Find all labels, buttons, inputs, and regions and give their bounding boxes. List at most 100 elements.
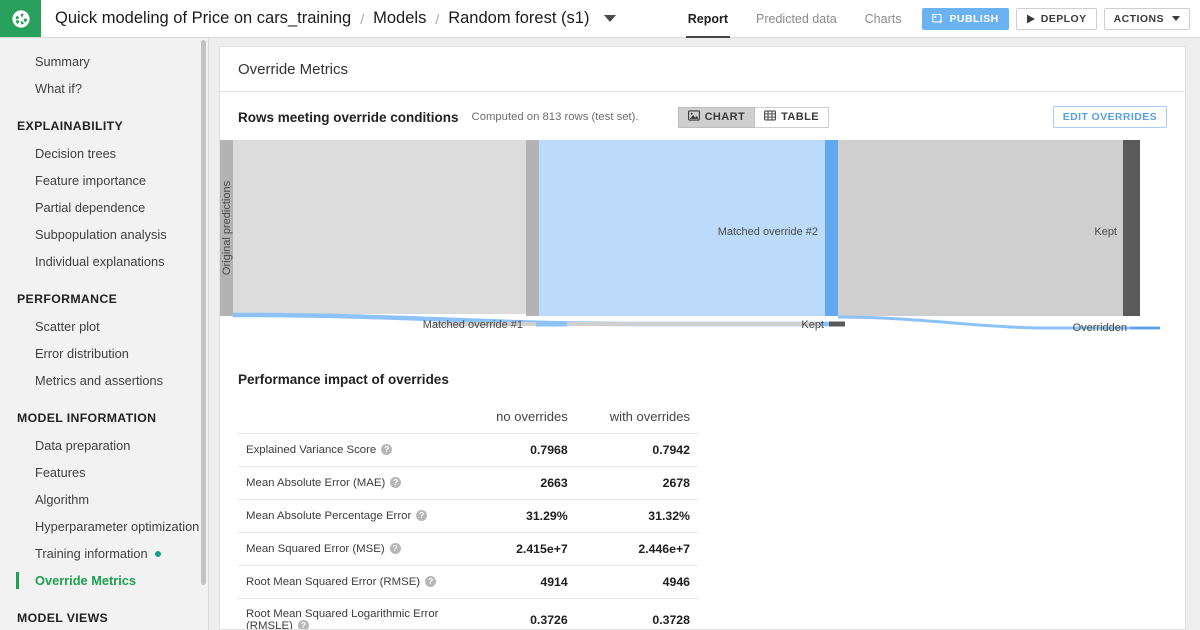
table-row: Mean Absolute Percentage Error? 31.29% 3… bbox=[238, 500, 698, 533]
col-metric-name bbox=[238, 409, 453, 434]
image-icon bbox=[688, 110, 700, 124]
sidebar-item-label: Subpopulation analysis bbox=[35, 227, 167, 242]
tab-charts[interactable]: Charts bbox=[851, 0, 916, 38]
metric-with-overrides: 4946 bbox=[576, 566, 698, 599]
sidebar-item-label: Partial dependence bbox=[35, 200, 145, 215]
sidebar-item-feature-importance[interactable]: Feature importance bbox=[0, 167, 208, 194]
sankey-node-match1[interactable] bbox=[526, 140, 539, 316]
breadcrumb-model[interactable]: Random forest (s1) bbox=[448, 9, 589, 28]
sidebar-item-decision-trees[interactable]: Decision trees bbox=[0, 140, 208, 167]
status-dot-icon bbox=[155, 551, 161, 557]
metric-label: Root Mean Squared Logarithmic Error (RMS… bbox=[246, 608, 438, 630]
sidebar-item-label: Data preparation bbox=[35, 438, 130, 453]
sidebar-item-error-distribution[interactable]: Error distribution bbox=[0, 340, 208, 367]
edit-overrides-button[interactable]: EDIT OVERRIDES bbox=[1053, 106, 1167, 128]
sankey-label-match2: Matched override #2 bbox=[718, 226, 818, 238]
view-toggle-group: CHART TABLE bbox=[678, 107, 829, 128]
metric-label: Mean Absolute Percentage Error bbox=[246, 510, 411, 522]
sidebar-item-metrics-and-assertions[interactable]: Metrics and assertions bbox=[0, 367, 208, 394]
help-icon[interactable]: ? bbox=[390, 477, 401, 488]
metric-name-cell: Root Mean Squared Logarithmic Error (RMS… bbox=[238, 599, 453, 630]
metric-no-overrides: 4914 bbox=[453, 566, 575, 599]
metric-no-overrides: 0.7968 bbox=[453, 434, 575, 467]
metric-no-overrides: 31.29% bbox=[453, 500, 575, 533]
tab-report[interactable]: Report bbox=[674, 0, 742, 38]
sidebar-item-features[interactable]: Features bbox=[0, 459, 208, 486]
table-row: Mean Absolute Error (MAE)? 2663 2678 bbox=[238, 467, 698, 500]
sidebar-item-scatter-plot[interactable]: Scatter plot bbox=[0, 313, 208, 340]
sidebar-header-performance: PERFORMANCE bbox=[0, 275, 208, 313]
sidebar-item-hyperparameter-optimization[interactable]: Hyperparameter optimization bbox=[0, 513, 208, 540]
sidebar-group-model-information: Data preparation Features Algorithm Hype… bbox=[0, 432, 208, 594]
sidebar-header-model-views: MODEL VIEWS bbox=[0, 594, 208, 630]
metric-with-overrides: 31.32% bbox=[576, 500, 698, 533]
sankey-label-match1: Matched override #1 bbox=[423, 319, 523, 331]
tab-predicted-data[interactable]: Predicted data bbox=[742, 0, 851, 38]
page-body: Summary What if? EXPLAINABILITY Decision… bbox=[0, 38, 1200, 630]
toggle-table[interactable]: TABLE bbox=[755, 107, 829, 128]
sankey-node-match2[interactable] bbox=[825, 140, 838, 316]
table-row: Root Mean Squared Error (RMSE)? 4914 494… bbox=[238, 566, 698, 599]
sidebar-header-model-information: MODEL INFORMATION bbox=[0, 394, 208, 432]
sidebar-item-partial-dependence[interactable]: Partial dependence bbox=[0, 194, 208, 221]
actions-button[interactable]: ACTIONS bbox=[1104, 8, 1190, 30]
sidebar-item-label: Decision trees bbox=[35, 146, 116, 161]
publish-button[interactable]: PUBLISH bbox=[922, 8, 1008, 30]
sidebar-item-individual-explanations[interactable]: Individual explanations bbox=[0, 248, 208, 275]
sankey-label-kept-mid: Kept bbox=[801, 319, 824, 331]
metric-no-overrides: 0.3726 bbox=[453, 599, 575, 630]
sidebar-item-label: Override Metrics bbox=[35, 573, 136, 588]
sankey-node-kept-mid[interactable] bbox=[829, 322, 845, 327]
metric-no-overrides: 2663 bbox=[453, 467, 575, 500]
grid-icon bbox=[764, 110, 776, 124]
table-header-row: no overrides with overrides bbox=[238, 409, 698, 434]
sidebar-item-label: Metrics and assertions bbox=[35, 373, 163, 388]
tab-charts-label: Charts bbox=[865, 12, 902, 26]
flow-match2-to-kept bbox=[838, 140, 1123, 316]
breadcrumb-models[interactable]: Models bbox=[373, 9, 426, 28]
metric-name-cell: Mean Absolute Error (MAE)? bbox=[238, 467, 453, 500]
app-logo[interactable] bbox=[0, 0, 41, 37]
sankey-chart: Original predictions Matched override #1… bbox=[220, 128, 1185, 348]
metric-with-overrides: 0.7942 bbox=[576, 434, 698, 467]
sidebar-item-label: Summary bbox=[35, 54, 90, 69]
tab-report-label: Report bbox=[688, 12, 728, 26]
sidebar-item-subpopulation-analysis[interactable]: Subpopulation analysis bbox=[0, 221, 208, 248]
metric-label: Root Mean Squared Error (RMSE) bbox=[246, 576, 420, 588]
chevron-down-icon[interactable] bbox=[604, 15, 616, 22]
toggle-table-label: TABLE bbox=[781, 111, 819, 123]
toggle-chart[interactable]: CHART bbox=[678, 107, 756, 128]
sidebar-scrollbar[interactable] bbox=[201, 40, 206, 585]
section-header: Rows meeting override conditions Compute… bbox=[220, 92, 1185, 128]
sidebar-item-label: Individual explanations bbox=[35, 254, 164, 269]
toggle-chart-label: CHART bbox=[705, 111, 746, 123]
help-icon[interactable]: ? bbox=[298, 620, 309, 630]
sidebar-item-summary[interactable]: Summary bbox=[0, 48, 208, 75]
sidebar-item-what-if[interactable]: What if? bbox=[0, 75, 208, 102]
sidebar-item-training-information[interactable]: Training information bbox=[0, 540, 208, 567]
metric-with-overrides: 0.3728 bbox=[576, 599, 698, 630]
deploy-button[interactable]: DEPLOY bbox=[1016, 8, 1097, 30]
help-icon[interactable]: ? bbox=[381, 444, 392, 455]
sidebar-item-algorithm[interactable]: Algorithm bbox=[0, 486, 208, 513]
table-row: Root Mean Squared Logarithmic Error (RMS… bbox=[238, 599, 698, 630]
main-content: Override Metrics Rows meeting override c… bbox=[209, 38, 1200, 630]
sidebar-item-label: Scatter plot bbox=[35, 319, 100, 334]
sidebar-item-data-preparation[interactable]: Data preparation bbox=[0, 432, 208, 459]
edit-overrides-label: EDIT OVERRIDES bbox=[1063, 111, 1157, 123]
metric-no-overrides: 2.415e+7 bbox=[453, 533, 575, 566]
sankey-label-original: Original predictions bbox=[221, 180, 233, 275]
help-icon[interactable]: ? bbox=[425, 576, 436, 587]
metric-name-cell: Mean Absolute Percentage Error? bbox=[238, 500, 453, 533]
sidebar-group-explainability: Decision trees Feature importance Partia… bbox=[0, 140, 208, 275]
sidebar-item-label: Training information bbox=[35, 546, 148, 561]
metrics-table-head: no overrides with overrides bbox=[238, 409, 698, 434]
help-icon[interactable]: ? bbox=[390, 543, 401, 554]
help-icon[interactable]: ? bbox=[416, 510, 427, 521]
metric-name-cell: Explained Variance Score? bbox=[238, 434, 453, 467]
sidebar-item-override-metrics[interactable]: Override Metrics bbox=[0, 567, 208, 594]
sidebar-item-label: Hyperparameter optimization bbox=[35, 519, 199, 534]
sankey-svg: Original predictions Matched override #1… bbox=[220, 138, 1160, 348]
sankey-node-kept[interactable] bbox=[1123, 140, 1140, 316]
breadcrumb-project[interactable]: Quick modeling of Price on cars_training bbox=[55, 9, 351, 28]
